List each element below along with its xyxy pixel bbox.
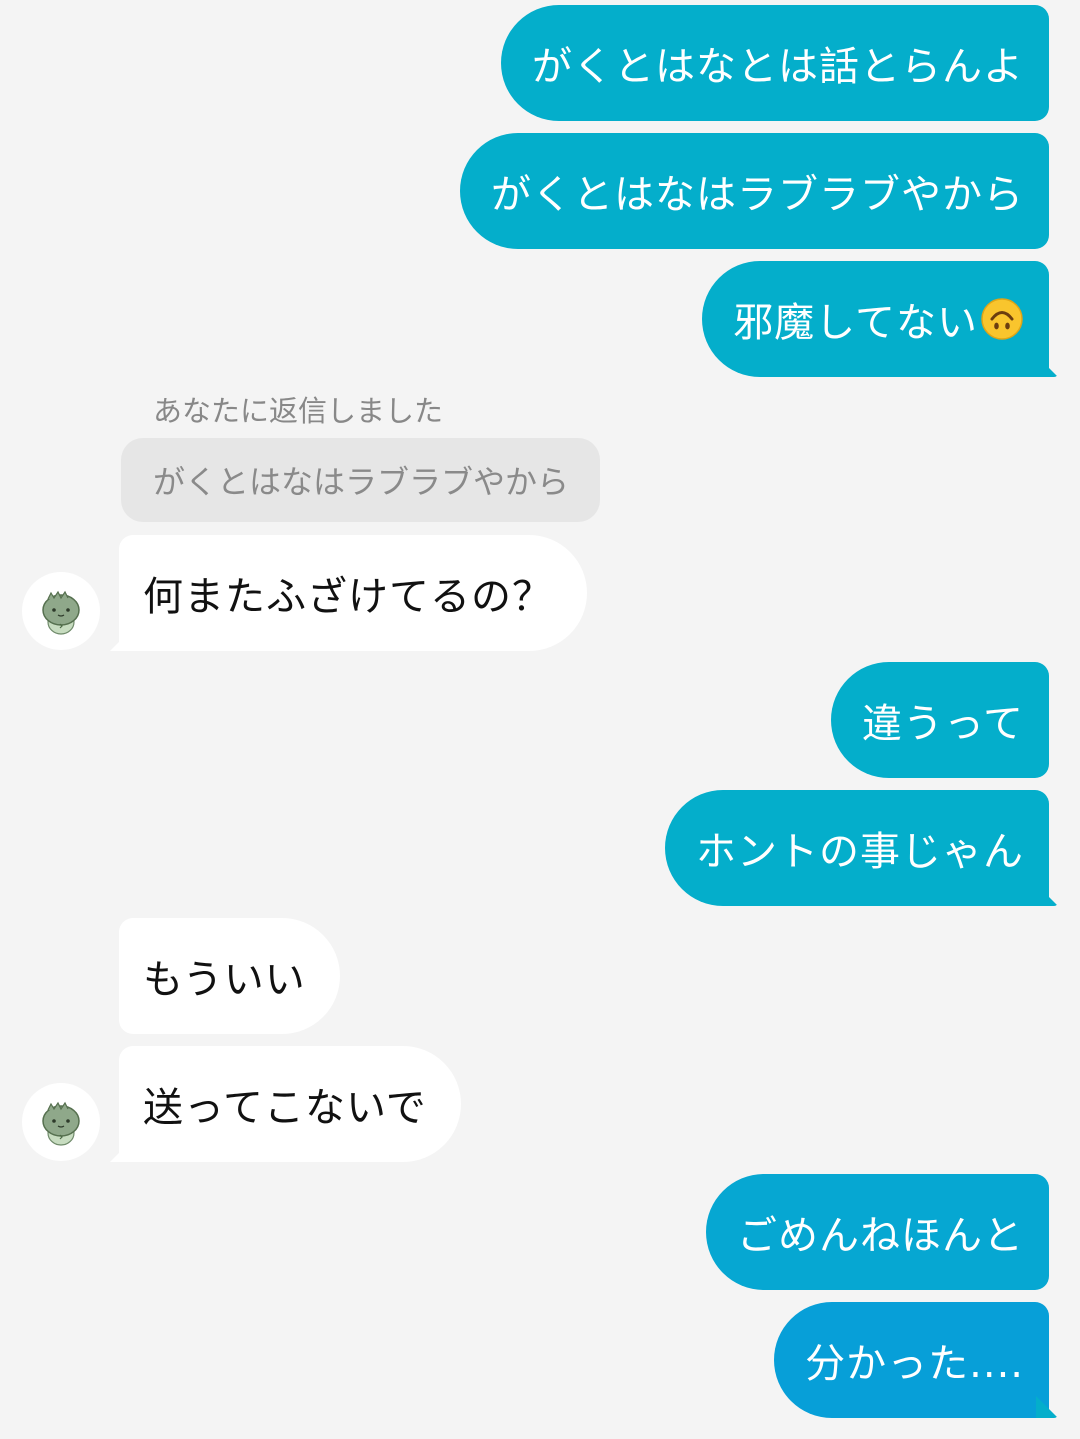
quoted-message[interactable]: がくとはなはラブラブやから — [121, 438, 600, 522]
outgoing-message[interactable]: がくとはなはラブラブやから — [460, 133, 1049, 249]
outgoing-message[interactable]: 分かった.... — [774, 1302, 1049, 1418]
message-text: もういい — [143, 957, 306, 1003]
incoming-message[interactable]: 送ってこないで — [119, 1046, 461, 1162]
outgoing-message[interactable]: 邪魔してない — [702, 261, 1049, 377]
contact-avatar[interactable] — [22, 1083, 100, 1161]
dinosaur-avatar-icon — [42, 590, 80, 635]
incoming-message[interactable]: もういい — [119, 918, 340, 1034]
upside-down-face-icon — [980, 297, 1024, 341]
message-text: 送ってこないで — [143, 1085, 427, 1131]
outgoing-message[interactable]: ホントの事じゃん — [665, 790, 1049, 906]
message-text: 邪魔してない — [733, 300, 978, 346]
message-text: ごめんねほんと — [737, 1213, 1024, 1259]
incoming-message[interactable]: 何またふざけてるの？ — [119, 535, 587, 651]
message-text: 何またふざけてるの？ — [143, 574, 553, 620]
reply-label: あなたに返信しました — [153, 394, 444, 428]
chat-thread[interactable]: がくとはなとは話とらんよ がくとはなはラブラブやから 邪魔してない あなたに返信… — [0, 0, 1080, 1439]
outgoing-message[interactable]: がくとはなとは話とらんよ — [501, 5, 1049, 121]
outgoing-message[interactable]: 違うって — [831, 662, 1049, 778]
message-text: がくとはなはラブラブやから — [491, 172, 1024, 218]
message-text: ホントの事じゃん — [696, 829, 1024, 875]
contact-avatar[interactable] — [22, 572, 100, 650]
dinosaur-avatar-icon — [42, 1101, 80, 1146]
message-text: 分かった.... — [805, 1341, 1024, 1387]
message-text: がくとはなとは話とらんよ — [532, 44, 1024, 90]
outgoing-message[interactable]: ごめんねほんと — [706, 1174, 1049, 1290]
message-text: 違うって — [862, 701, 1024, 747]
quoted-text: がくとはなはラブラブやから — [153, 463, 570, 501]
